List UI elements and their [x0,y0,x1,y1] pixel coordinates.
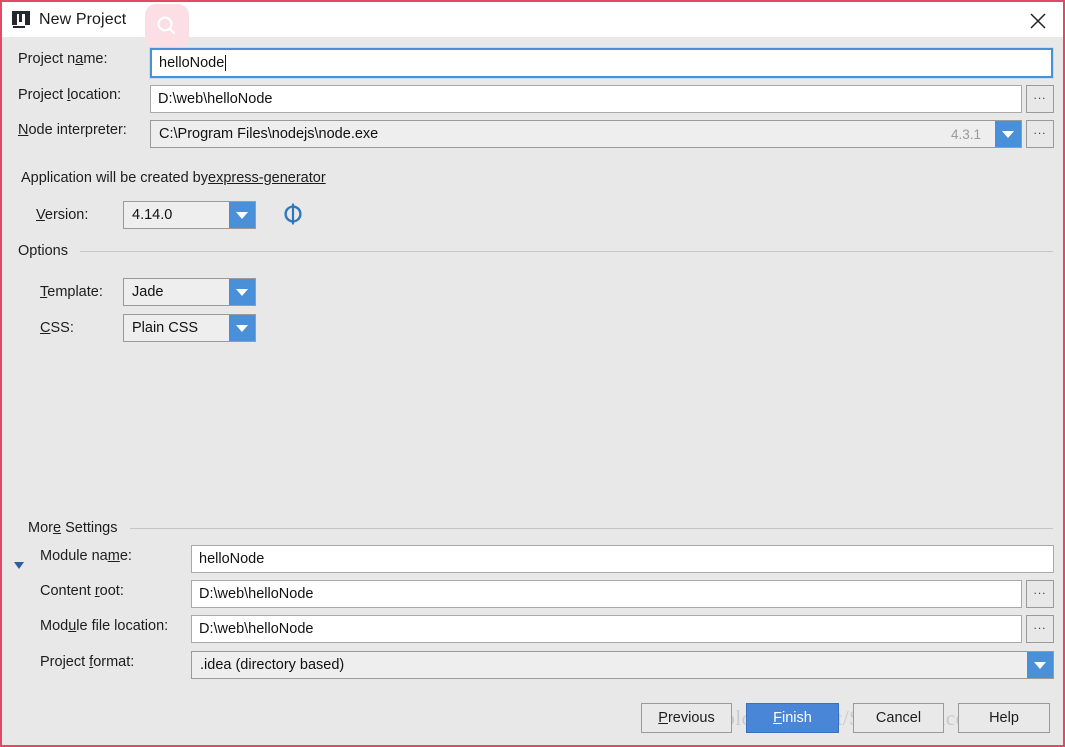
more-settings-separator [130,528,1053,529]
project-location-browse-button[interactable]: ... [1026,85,1054,113]
window-title: New Project [39,10,127,28]
module-name-row: Module name: [40,548,132,564]
module-file-location-browse-button[interactable]: ... [1026,615,1054,643]
module-name-input[interactable]: helloNode [191,545,1054,573]
css-combobox[interactable]: Plain CSS [123,314,256,342]
close-icon[interactable] [1027,10,1049,32]
dialog-footer: https://blog.csdn.net/StubbornAccepted P… [2,689,1063,745]
template-combobox[interactable]: Jade [123,278,256,306]
project-name-value: helloNode [159,55,225,71]
project-location-row: Project location: [18,87,144,103]
node-interpreter-value: C:\Program Files\nodejs\node.exe [159,126,379,142]
module-name-value: helloNode [199,551,265,567]
project-format-value: .idea (directory based) [200,657,345,673]
more-settings-toggle-icon[interactable] [14,562,24,569]
project-name-input[interactable]: helloNode [149,47,1054,79]
project-location-input[interactable]: D:\web\helloNode [150,85,1022,113]
generator-note-text: Application will be created by [21,170,208,186]
template-row: Template: [40,284,124,300]
help-button[interactable]: Help [958,703,1050,733]
express-generator-link[interactable]: express-generator [208,170,326,186]
content-root-browse-button[interactable]: ... [1026,580,1054,608]
project-location-value: D:\web\helloNode [158,91,273,107]
version-label: Version: [36,207,89,223]
project-format-row: Project format: [40,654,134,670]
project-format-label: Project format: [40,654,135,670]
options-group-title: Options [18,243,68,259]
dialog-body: Project name: helloNode Project location… [2,37,1063,745]
chevron-down-icon[interactable] [995,121,1021,147]
node-interpreter-row: Node interpreter: [18,122,144,138]
node-interpreter-browse-button[interactable]: ... [1026,120,1054,148]
project-format-combobox[interactable]: .idea (directory based) [191,651,1054,679]
project-name-label: Project name: [18,51,108,67]
chevron-down-icon[interactable] [229,279,255,305]
content-root-input[interactable]: D:\web\helloNode [191,580,1022,608]
generator-note: Application will be created by express-g… [21,170,326,186]
node-interpreter-label: Node interpreter: [18,122,127,138]
module-file-location-value: D:\web\helloNode [199,621,314,637]
module-file-location-label: Module file location: [40,618,169,634]
cancel-button[interactable]: Cancel [853,703,944,733]
content-root-row: Content root: [40,583,124,599]
css-label: CSS: [40,320,74,336]
intellij-idea-icon [12,10,30,29]
project-name-row: Project name: [18,51,144,67]
finish-button[interactable]: Finish [746,703,839,733]
version-row: Version: [36,207,120,223]
version-combobox[interactable]: 4.14.0 [123,201,256,229]
module-file-location-row: Module file location: [40,618,168,634]
node-interpreter-version-hint: 4.3.1 [950,126,981,142]
css-row: CSS: [40,320,124,336]
template-value: Jade [132,284,164,300]
more-settings-group-title[interactable]: More Settings [28,520,117,536]
chevron-down-icon[interactable] [1027,652,1053,678]
template-label: Template: [40,284,103,300]
node-interpreter-combobox[interactable]: C:\Program Files\nodejs\node.exe 4.3.1 [150,120,1022,148]
content-root-label: Content root: [40,583,124,599]
chevron-down-icon[interactable] [229,202,255,228]
text-caret [225,55,227,71]
options-group-separator [80,251,1053,252]
new-project-dialog: New Project Project name: helloNode Proj… [0,0,1065,747]
content-root-value: D:\web\helloNode [199,586,314,602]
node-interpreter-value-wrap: C:\Program Files\nodejs\node.exe 4.3.1 [151,121,995,147]
version-value: 4.14.0 [132,207,173,223]
previous-button[interactable]: Previous [641,703,732,733]
project-location-label: Project location: [18,87,122,103]
module-name-label: Module name: [40,548,132,564]
refresh-icon[interactable] [266,203,304,225]
chevron-down-icon[interactable] [229,315,255,341]
title-bar: New Project [2,2,1063,48]
css-value: Plain CSS [132,320,199,336]
module-file-location-input[interactable]: D:\web\helloNode [191,615,1022,643]
